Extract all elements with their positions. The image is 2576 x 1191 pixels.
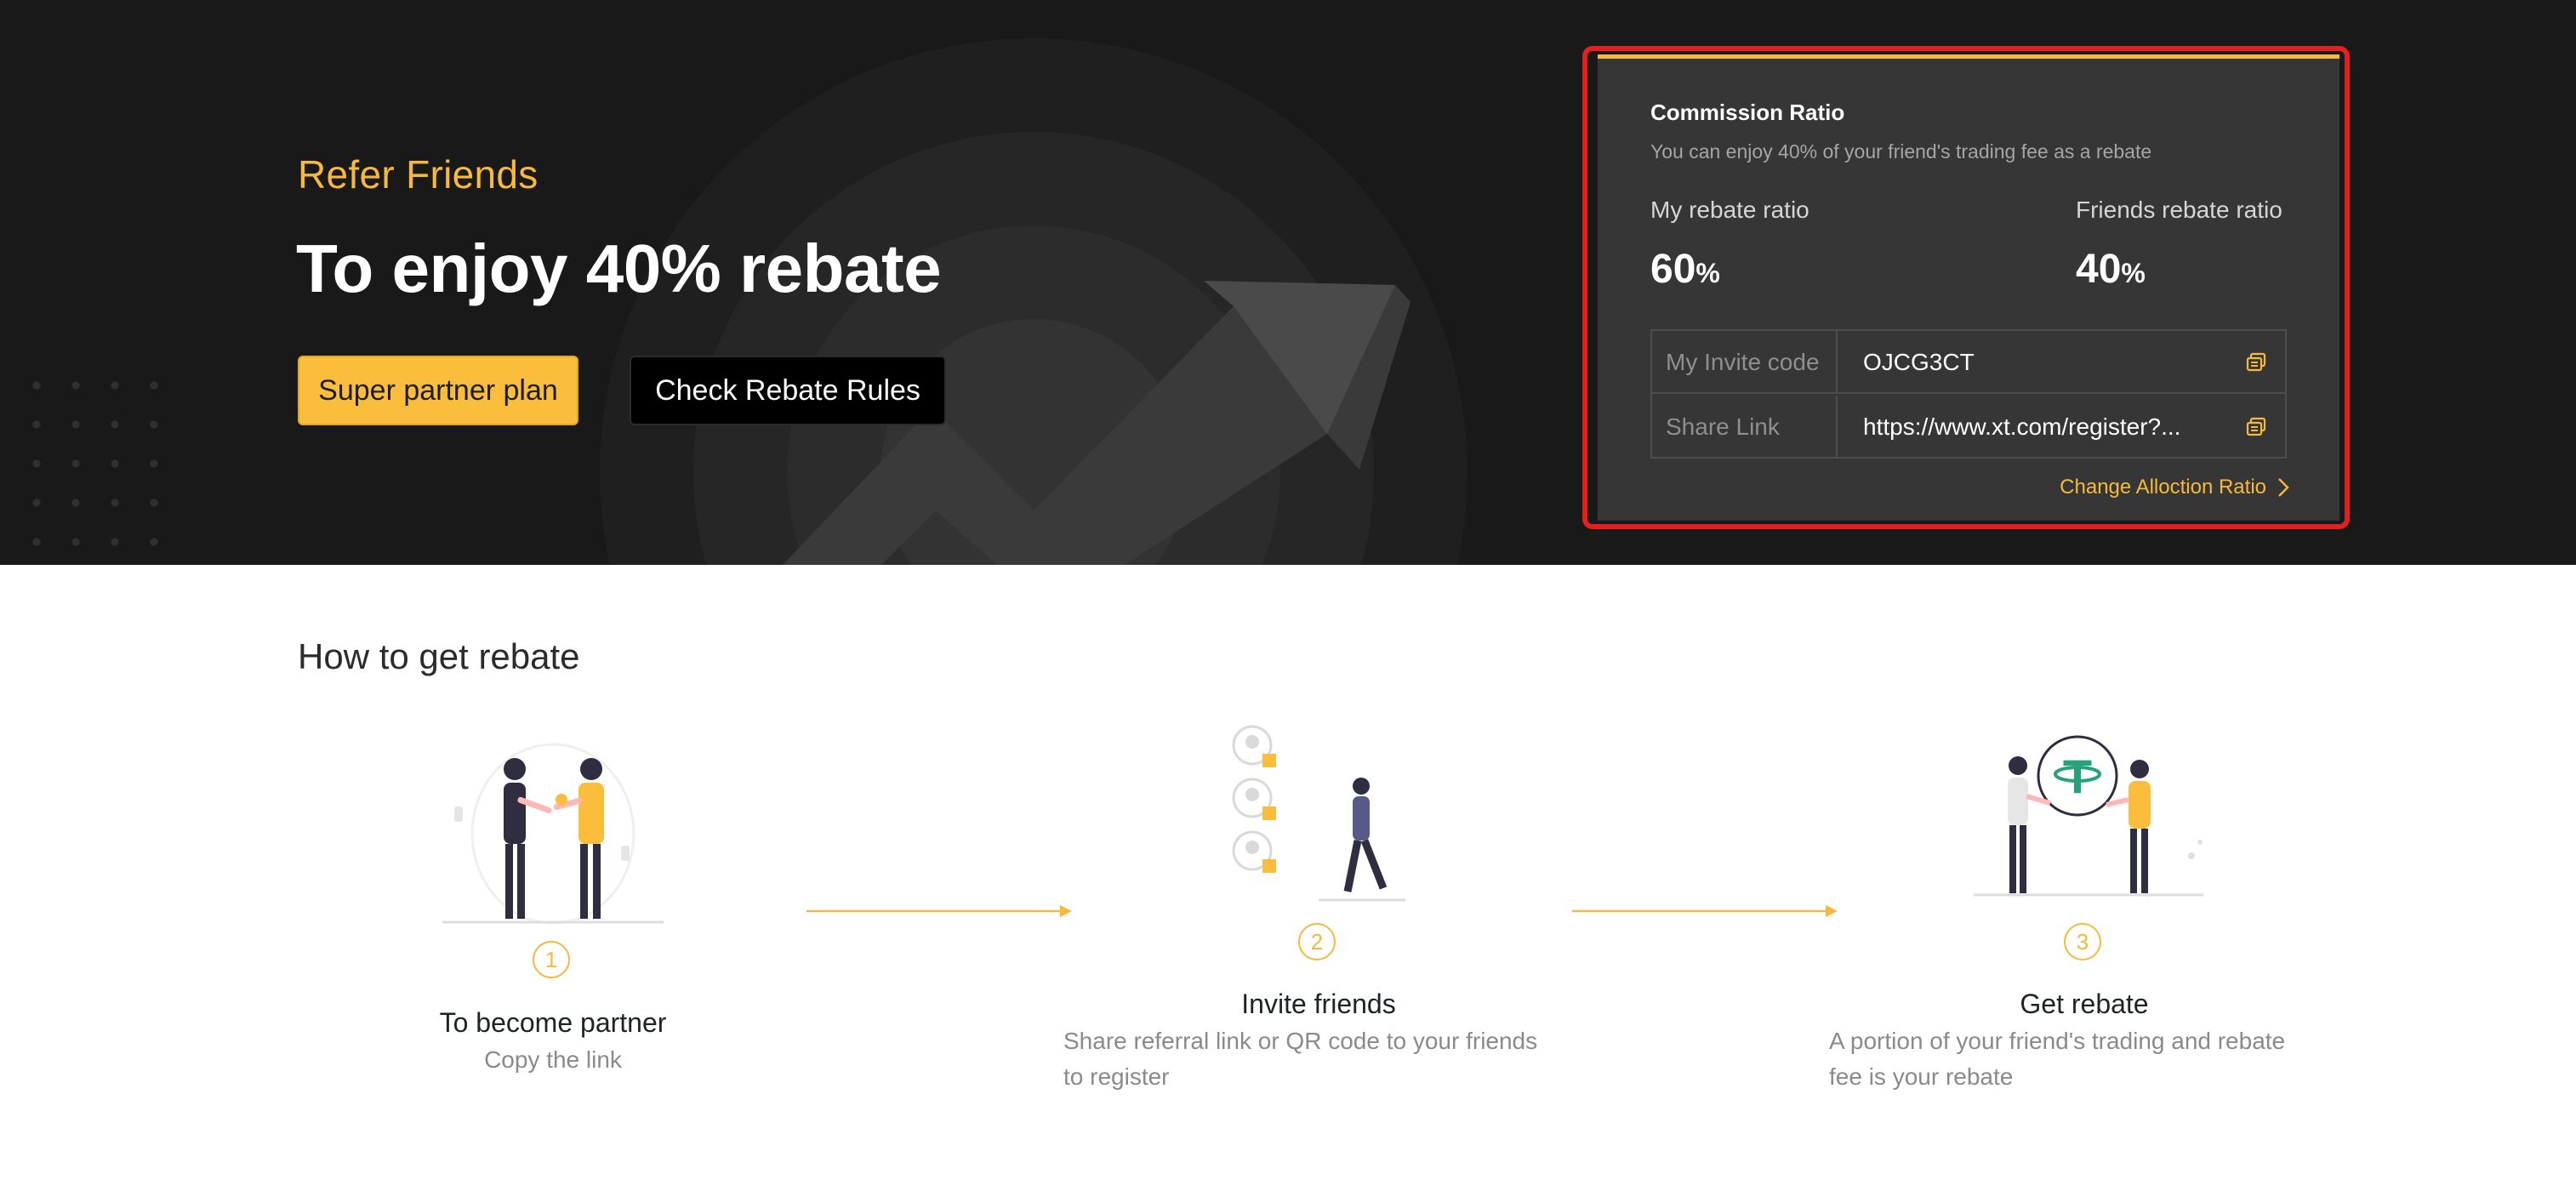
commission-ratio-title: Commission Ratio <box>1650 100 1845 125</box>
step-2-title: Invite friends <box>1241 989 1396 1019</box>
share-link-row: Share Link https://www.xt.com/register?.… <box>1652 396 2285 459</box>
step-1-title: To become partner <box>439 1007 667 1038</box>
super-partner-plan-button[interactable]: Super partner plan <box>298 356 578 425</box>
invite-code-label: My Invite code <box>1652 331 1838 394</box>
hero-dot-pattern <box>17 366 170 561</box>
step-3-desc-line1: A portion of your friend's trading and r… <box>1829 1028 2286 1054</box>
step-3-title: Get rebate <box>2020 989 2149 1019</box>
invite-illustration <box>1232 725 1405 902</box>
my-rebate-ratio-number: 60 <box>1650 247 1696 292</box>
percent-sign: % <box>2121 258 2146 288</box>
share-link-label: Share Link <box>1652 396 1838 459</box>
friends-rebate-ratio-value: 40% <box>2076 246 2146 293</box>
commission-ratio-subtitle: You can enjoy 40% of your friend's tradi… <box>1650 140 2152 162</box>
hero-headline: To enjoy 40% rebate <box>296 231 942 306</box>
friends-rebate-ratio-number: 40 <box>2076 247 2122 292</box>
chevron-right-icon <box>2278 478 2289 497</box>
hero-banner: Refer Friends To enjoy 40% rebate Super … <box>0 0 2576 565</box>
my-rebate-ratio-value: 60% <box>1650 246 1720 293</box>
copy-icon[interactable] <box>2244 350 2268 374</box>
percent-sign: % <box>1695 258 1720 288</box>
svg-text:T: T <box>2063 749 2092 803</box>
invite-code-value: OJCG3CT <box>1863 349 1975 375</box>
step-1-desc: Copy the link <box>484 1046 622 1073</box>
step-1-number: 1 <box>533 941 570 978</box>
check-rebate-rules-button[interactable]: Check Rebate Rules <box>630 356 946 425</box>
change-allocation-ratio-link[interactable]: Change Alloction Ratio <box>2060 476 2290 499</box>
friends-rebate-ratio-label: Friends rebate ratio <box>2076 197 2282 223</box>
commission-ratio-card: Commission Ratio You can enjoy 40% of yo… <box>1598 54 2339 521</box>
my-rebate-ratio-label: My rebate ratio <box>1650 197 1809 223</box>
step-2-desc-line1: Share referral link or QR code to your f… <box>1063 1028 1538 1054</box>
how-to-get-rebate-title: How to get rebate <box>298 636 580 676</box>
tether-illustration: T <box>1974 735 2203 897</box>
step-2-desc: Share referral link or QR code to your f… <box>1063 1023 1574 1095</box>
refer-friends-title: Refer Friends <box>298 152 539 197</box>
invite-info-table: My Invite code OJCG3CT Share Link https:… <box>1650 329 2287 459</box>
step-3-number: 3 <box>2064 923 2101 960</box>
invite-code-row: My Invite code OJCG3CT <box>1652 331 2285 394</box>
step-3-desc-line2: fee is your rebate <box>1829 1063 2014 1090</box>
copy-icon[interactable] <box>2244 415 2268 439</box>
share-link-value: https://www.xt.com/register?... <box>1863 413 2181 440</box>
handshake-illustration <box>442 743 664 925</box>
step-3-desc: A portion of your friend's trading and r… <box>1829 1023 2339 1095</box>
step-2-number: 2 <box>1298 923 1336 960</box>
arrow-right-icon <box>1572 905 1838 917</box>
arrow-right-icon <box>806 905 1072 917</box>
change-allocation-ratio-label: Change Alloction Ratio <box>2060 476 2266 499</box>
step-2-desc-line2: to register <box>1063 1063 1170 1090</box>
